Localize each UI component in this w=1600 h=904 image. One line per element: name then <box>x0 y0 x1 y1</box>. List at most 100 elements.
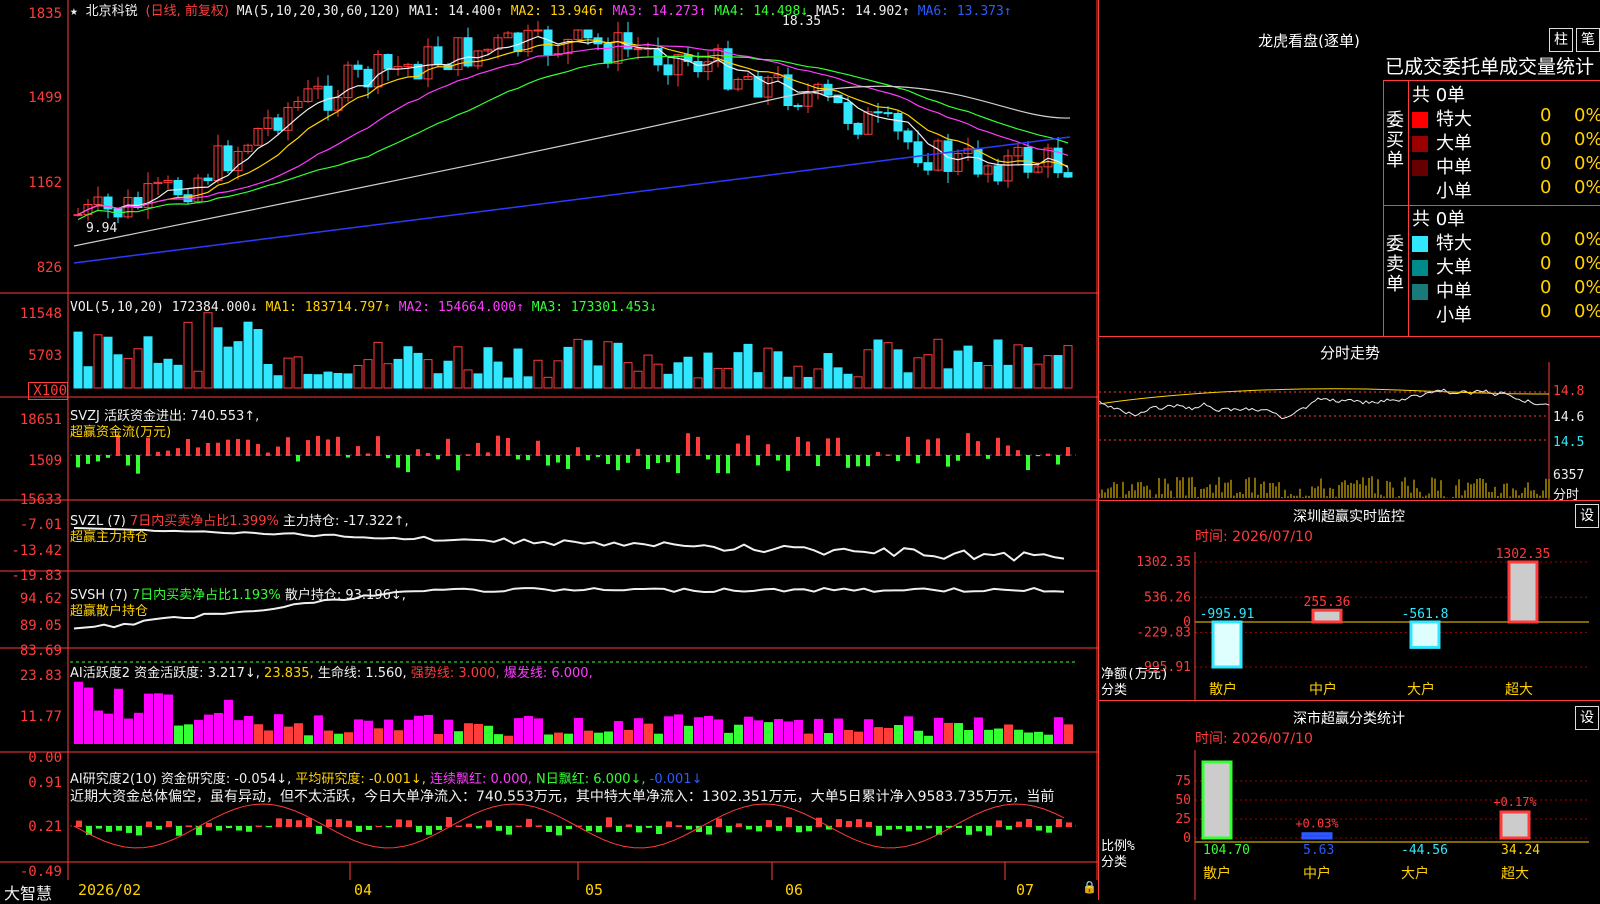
low-annotation: 9.94 <box>86 221 118 236</box>
capital-flow-bar <box>236 438 240 456</box>
research-bar <box>906 826 912 832</box>
research-bar <box>266 826 272 828</box>
activity-bar <box>604 731 613 744</box>
capital-flow-bar <box>456 455 460 471</box>
order-count: 0 <box>1540 301 1552 322</box>
candle <box>383 54 393 70</box>
ai2-header: AI研究度2(10) 资金研究度: -0.054↓, 平均研究度: -0.001… <box>70 768 702 787</box>
activity-bar <box>434 733 443 744</box>
order-stats-table: 委买单 委卖单 共 0单 共 0单 特大 0 0% 大单 0 0% 中单 0 0% 小单 0 0% 特… <box>1383 80 1600 337</box>
bar-value-label: -561.8 <box>1402 607 1449 622</box>
category-label: 超大 <box>1505 682 1533 698</box>
intraday-chart[interactable] <box>1099 362 1600 500</box>
research-bar <box>296 820 302 827</box>
research-bar <box>106 826 112 832</box>
activity-bar <box>614 721 623 744</box>
capital-flow-bar <box>946 455 950 467</box>
chart-canvas[interactable] <box>0 0 1098 900</box>
research-bar <box>756 826 762 832</box>
capital-flow-bar <box>146 437 150 456</box>
bar-value-label: -995.91 <box>1200 607 1255 622</box>
candle <box>1063 172 1073 178</box>
capital-flow-bar <box>776 455 780 461</box>
ai1-v2: 23.835, <box>264 666 314 681</box>
price-axis-label: 1835 <box>28 6 62 22</box>
ai1-v4: 强势线: 3.000, <box>410 666 500 681</box>
candle <box>223 145 233 172</box>
capital-flow-bar <box>966 433 970 456</box>
szcls-settings-button[interactable]: 设 <box>1575 706 1599 730</box>
bar-value-label: 5.63 <box>1303 843 1334 858</box>
research-bar <box>276 818 282 827</box>
research-bar <box>786 817 792 827</box>
szcls-title: 深市超赢分类统计 <box>1293 711 1405 727</box>
activity-bar <box>504 735 513 744</box>
volume-bar <box>193 370 203 389</box>
capital-flow-bar <box>986 455 990 459</box>
capital-flow-bar <box>416 449 420 456</box>
activity-bar <box>374 728 383 744</box>
color-swatch-icon <box>1412 260 1428 276</box>
svzl-axis-label: -7.01 <box>19 517 62 533</box>
activity-bar <box>384 719 393 744</box>
szmon-settings-button[interactable]: 设 <box>1575 504 1599 528</box>
activity-bar <box>474 723 483 744</box>
intraday-title: 分时走势 <box>1319 344 1380 362</box>
activity-bar <box>814 718 823 744</box>
volume-bar <box>83 366 93 389</box>
volume-bar <box>103 336 113 389</box>
activity-bar <box>704 715 713 744</box>
activity-bar <box>164 694 173 744</box>
research-bar <box>236 826 242 831</box>
tick-mode-button[interactable]: 笔 <box>1576 28 1600 52</box>
capital-flow-bar <box>696 436 700 456</box>
chart-mode[interactable]: (日线, 前复权) <box>146 4 229 19</box>
research-bar <box>466 823 472 827</box>
ai1-axis-label: 0.00 <box>28 750 62 766</box>
volume-bar <box>73 331 83 389</box>
activity-bar <box>804 733 813 744</box>
volume-bar <box>1063 345 1073 389</box>
volume-bar <box>963 345 973 389</box>
research-bar <box>736 823 742 827</box>
activity-bar <box>144 693 153 744</box>
volume-bar <box>733 352 743 389</box>
svsh-axis-label: 94.62 <box>19 591 62 607</box>
lock-icon[interactable]: 🔒 <box>1082 880 1097 894</box>
order-type-label: 中单 <box>1436 281 1472 302</box>
activity-bar <box>984 729 993 744</box>
research-bar <box>536 825 542 827</box>
svsh-desc: 7日内买卖净占比1.193% <box>131 588 281 603</box>
capital-flow-bar <box>896 455 900 462</box>
ai1-axis-label: 11.77 <box>19 709 62 725</box>
volume-bar <box>993 339 1003 389</box>
activity-bar <box>574 717 583 744</box>
research-bar <box>206 822 212 827</box>
capital-flow-bar <box>486 452 490 456</box>
volume-bar <box>1033 363 1043 389</box>
research-bar <box>96 826 102 829</box>
capital-flow-bar <box>126 455 130 466</box>
capital-flow-bar <box>136 455 140 474</box>
activity-bar <box>424 714 433 744</box>
x-axis-title: 分类 <box>1101 683 1127 698</box>
activity-bar <box>484 725 493 744</box>
star-icon[interactable]: ★ <box>70 4 78 19</box>
volume-bar <box>1013 344 1023 389</box>
app-logo: 大智慧 <box>4 884 53 903</box>
ma-params: MA(5,10,20,30,60,120) <box>236 4 402 19</box>
bar-mode-button[interactable]: 柱 <box>1549 28 1573 52</box>
buy-order-label: 委买单 <box>1386 110 1404 171</box>
ma2-value: MA2: 13.946↑ <box>510 4 605 19</box>
bar-value-label: 255.36 <box>1304 595 1351 610</box>
volume-bar <box>673 362 683 389</box>
order-pct: 0% <box>1574 277 1600 298</box>
volume-bar <box>293 356 303 389</box>
activity-bar <box>124 718 133 744</box>
ma1-value: MA1: 14.400↑ <box>408 4 503 19</box>
volume-bar <box>453 346 463 389</box>
main-chart-area[interactable]: ★ 北京科锐 (日线, 前复权) MA(5,10,20,30,60,120) M… <box>0 0 1098 903</box>
research-bar <box>1066 822 1072 827</box>
volume-bar <box>903 372 913 389</box>
capital-flow-bar <box>506 437 510 456</box>
